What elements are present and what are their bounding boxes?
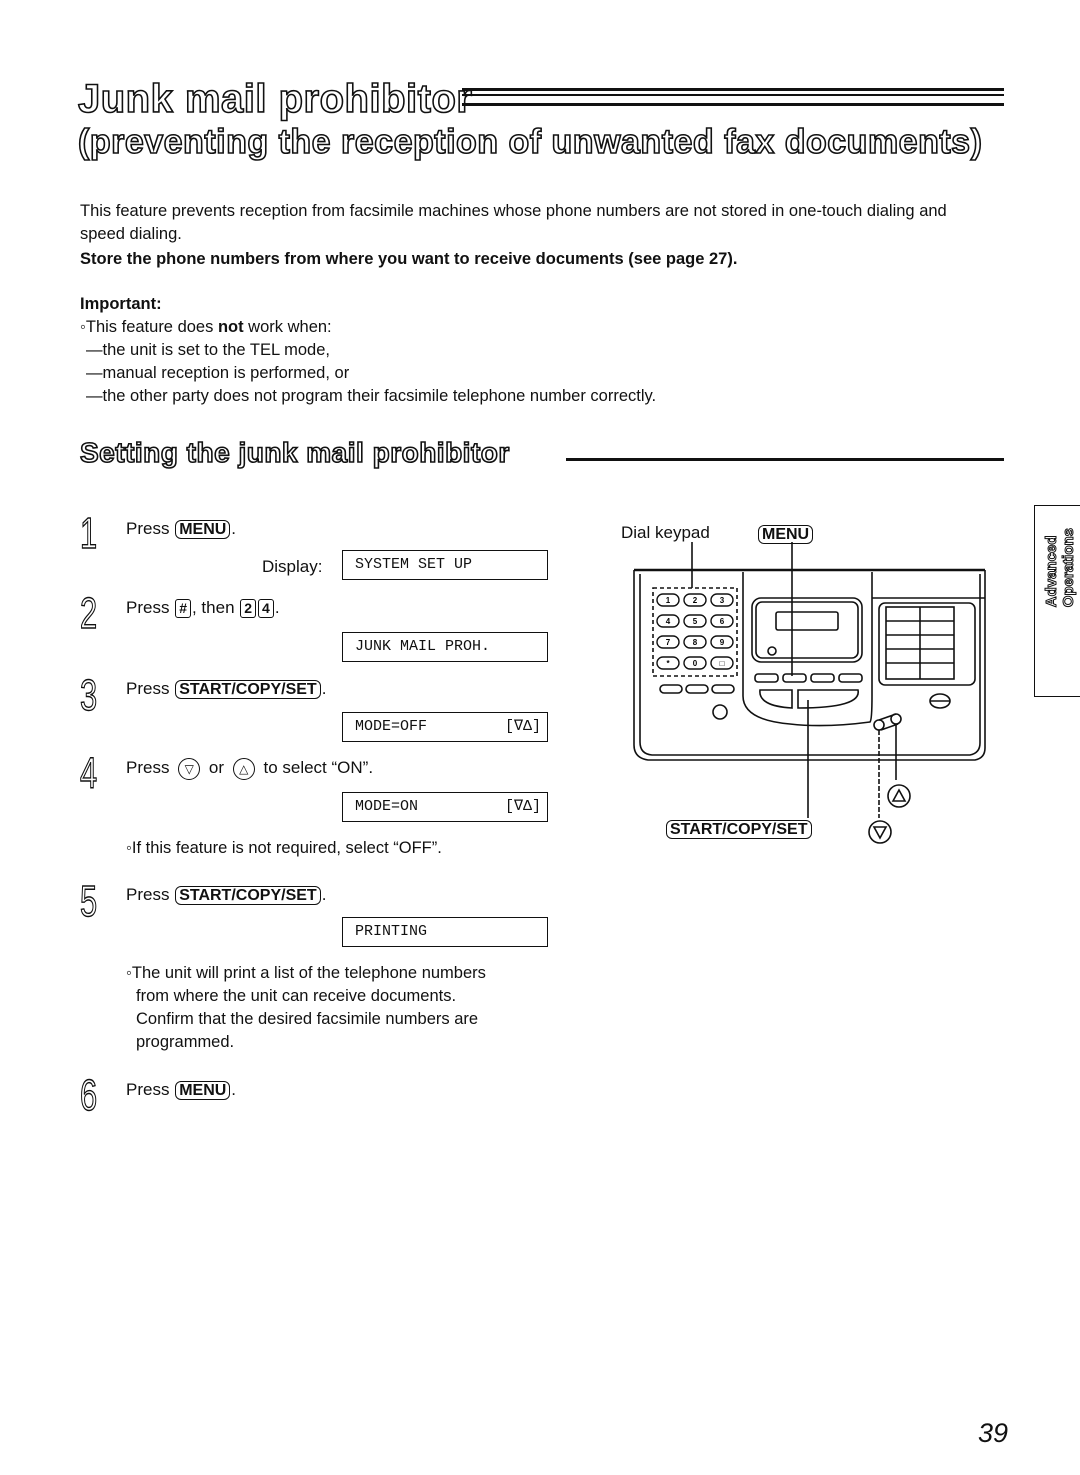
keypad-key-label: 3 <box>720 596 725 605</box>
digit-key: 4 <box>258 599 274 618</box>
keypad-key-label: 7 <box>666 638 671 647</box>
page-subtitle: (preventing the reception of unwanted fa… <box>77 122 983 162</box>
lcd-display: JUNK MAIL PROH. <box>342 632 548 662</box>
keypad-key-label: 1 <box>666 596 671 605</box>
step-number: 3 <box>80 671 98 720</box>
fax-control-panel-diagram: 1 2 3 4 5 6 7 8 9 * 0 □ <box>633 542 986 844</box>
step-3-text: Press START/COPY/SET. <box>126 679 327 699</box>
section-side-tab: Advanced Operations <box>1034 505 1080 697</box>
keypad-key-label: 0 <box>693 659 698 668</box>
step-4-note: ◦If this feature is not required, select… <box>126 839 442 857</box>
down-arrow-button-icon <box>868 820 892 844</box>
keypad-key-label: * <box>666 659 670 668</box>
step-5-text: Press START/COPY/SET. <box>126 885 327 905</box>
page-number: 39 <box>978 1418 1009 1448</box>
lcd-display: PRINTING <box>342 917 548 947</box>
keypad-key-label: 5 <box>693 617 698 626</box>
lcd-display: MODE=ON [∇Δ] <box>342 792 548 822</box>
important-list: ◦This feature does not work when: —the u… <box>80 316 656 408</box>
menu-key: MENU <box>175 520 231 539</box>
up-arrow-button-icon <box>887 784 911 808</box>
intro-bold-instruction: Store the phone numbers from where you w… <box>80 250 738 268</box>
menu-button <box>782 673 807 683</box>
condition-item: —manual reception is performed, or <box>86 364 350 382</box>
condition-item: —the unit is set to the TEL mode, <box>86 341 330 359</box>
title-rule <box>462 88 1004 106</box>
lcd-arrows: [∇Δ] <box>504 798 541 815</box>
step-number: 2 <box>80 589 98 638</box>
important-label: Important: <box>80 295 162 313</box>
lcd-arrows: [∇Δ] <box>504 718 541 735</box>
intro-paragraph: This feature prevents reception from fac… <box>80 202 947 243</box>
section-rule <box>566 458 1004 461</box>
start-copy-set-button <box>797 689 859 709</box>
lcd-screen <box>775 611 839 631</box>
keypad-key-label: 6 <box>720 617 725 626</box>
step-4-text: Press ▽ or △ to select “ON”. <box>126 757 373 780</box>
step-number: 6 <box>80 1071 98 1120</box>
hash-key: # <box>175 599 191 618</box>
step-number: 4 <box>80 749 98 798</box>
digit-key: 2 <box>240 599 257 618</box>
keypad-key-label: 9 <box>720 638 725 647</box>
start-copy-set-key: START/COPY/SET <box>175 886 321 905</box>
step-5-note: ◦The unit will print a list of the telep… <box>126 964 486 1051</box>
lcd-display: MODE=OFF [∇Δ] <box>342 712 548 742</box>
keypad-key-label: 4 <box>666 617 671 626</box>
start-copy-set-key: START/COPY/SET <box>175 680 321 699</box>
keypad-key-label: □ <box>720 659 725 668</box>
step-2-text: Press #, then 24. <box>126 598 280 618</box>
page-title: Junk mail prohibitor <box>77 76 473 122</box>
display-label: Display: <box>262 557 323 576</box>
up-arrow-icon: △ <box>232 757 255 780</box>
step-6-text: Press MENU. <box>126 1080 237 1100</box>
keypad-key-label: 2 <box>693 596 698 605</box>
down-arrow-icon: ▽ <box>178 757 201 780</box>
step-1-text: Press MENU. <box>126 519 237 539</box>
step-number: 1 <box>80 509 98 558</box>
condition-item: —the other party does not program their … <box>86 387 657 405</box>
section-title: Setting the junk mail prohibitor <box>79 436 510 469</box>
lcd-display: SYSTEM SET UP <box>342 550 548 580</box>
step-number: 5 <box>80 877 98 926</box>
important-lead-line: ◦This feature does not work when: <box>80 318 332 336</box>
menu-key: MENU <box>175 1081 231 1100</box>
keypad-key-label: 8 <box>693 638 698 647</box>
